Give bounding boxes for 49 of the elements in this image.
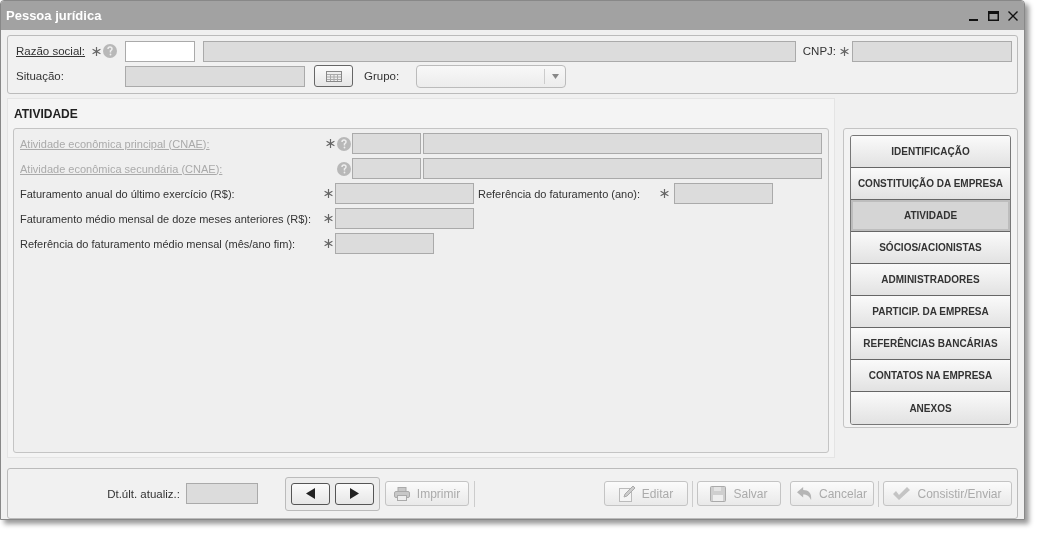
cnpj-field[interactable] [852,40,1012,62]
maximize-icon[interactable] [988,10,999,21]
left-triangle-icon [306,488,315,499]
description-field[interactable] [423,158,822,179]
nav-tab[interactable]: CONSTITUIÇÃO DA EMPRESA [851,168,1010,200]
amount-field[interactable] [335,183,474,204]
nav-tab[interactable]: ANEXOS [851,392,1010,424]
field-label: Faturamento médio mensal de doze meses anteriores (R$): [20,212,313,225]
nav-tab[interactable]: SÓCIOS/ACIONISTAS [851,232,1010,264]
year-field[interactable] [674,183,773,204]
nav-tab[interactable]: ADMINISTRADORES [851,264,1010,296]
name-field[interactable] [203,40,796,62]
code-field[interactable] [125,40,195,62]
code-field[interactable] [352,158,421,179]
pencil-icon [618,485,635,502]
date-field[interactable] [186,483,258,504]
field-label: Grupo: [364,70,401,82]
date-field[interactable] [335,233,434,254]
checkmark-icon [893,487,911,500]
calendar-icon [325,70,342,82]
field-link[interactable]: Razão social: [16,45,86,57]
nav-tab[interactable]: ATIVIDADE [851,200,1010,232]
caret-icon [551,73,559,79]
section-title: ATIVIDADE [14,107,79,121]
code-field[interactable] [352,133,421,154]
nav-tab[interactable]: PARTICIP. DA EMPRESA [851,296,1010,328]
right-triangle-icon [350,488,359,499]
floppy-icon [710,485,727,502]
close-icon[interactable] [1008,10,1018,21]
amount-field[interactable] [335,208,474,229]
next-button[interactable] [335,482,374,505]
nav-tab[interactable]: CONTATOS NA EMPRESA [851,360,1010,392]
printer-icon [393,486,410,501]
calendar-button[interactable] [314,65,353,87]
field-label: Faturamento anual do último exercício (R$): [20,187,236,200]
window-title: Pessoa jurídica [6,8,103,23]
undo-arrow-icon [797,486,812,501]
field-label: Referência do faturamento (ano): [478,187,642,200]
field-label: Referência do faturamento médio mensal (mês/ano fim): [20,237,297,250]
field-label: Dt.últ. atualiz.: [106,487,181,500]
group-dropdown[interactable] [416,64,566,88]
field-label: Situação: [16,70,65,82]
field-label: CNPJ: [802,45,836,57]
previous-button[interactable] [291,482,330,505]
description-field[interactable] [423,133,822,154]
status-field[interactable] [125,65,305,87]
help-icon[interactable] [103,44,117,58]
nav-tab[interactable]: IDENTIFICAÇÃO [851,136,1010,168]
nav-tab[interactable]: REFERÊNCIAS BANCÁRIAS [851,328,1010,360]
